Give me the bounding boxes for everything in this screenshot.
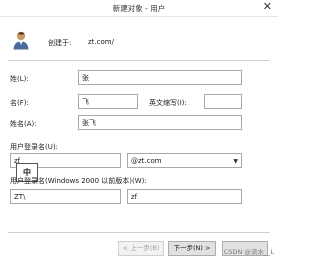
user-icon [13, 31, 29, 50]
domain-select[interactable]: @zt.com ▼ [127, 153, 242, 168]
last-name-label: 姓(L): [10, 75, 29, 83]
title-bar: 新建对象 - 用户 ✕ [0, 0, 278, 17]
domain-select-value: @zt.com [131, 157, 162, 165]
window-title: 新建对象 - 用户 [112, 4, 166, 13]
initials-input[interactable] [204, 94, 242, 109]
full-name-input[interactable]: 张飞 [78, 115, 242, 130]
separator [8, 60, 270, 61]
last-name-input[interactable]: 张 [78, 70, 242, 85]
created-in-value: zt.com/ [88, 38, 114, 46]
watermark: CSDN @流水__L [223, 248, 274, 256]
next-button[interactable]: 下一步(N) > [168, 241, 216, 256]
pre2000-domain-field: ZT\ [10, 189, 121, 204]
logon-name-label: 用户登录名(U): [10, 143, 58, 151]
full-name-label: 姓名(A): [10, 120, 37, 128]
initials-label: 英文缩写(I): [149, 99, 187, 107]
pre2000-name-input[interactable]: zf [127, 189, 242, 204]
first-name-input[interactable]: 飞 [78, 94, 138, 109]
back-button[interactable]: < 上一步(B) [118, 241, 164, 256]
separator [8, 232, 270, 233]
pre2000-label: 用户登录名(Windows 2000 以前版本)(W): [10, 177, 147, 185]
close-icon[interactable]: ✕ [263, 1, 272, 13]
first-name-label: 名(F): [10, 99, 29, 107]
created-in-label: 创建于: [48, 39, 72, 47]
chevron-down-icon: ▼ [233, 158, 238, 165]
